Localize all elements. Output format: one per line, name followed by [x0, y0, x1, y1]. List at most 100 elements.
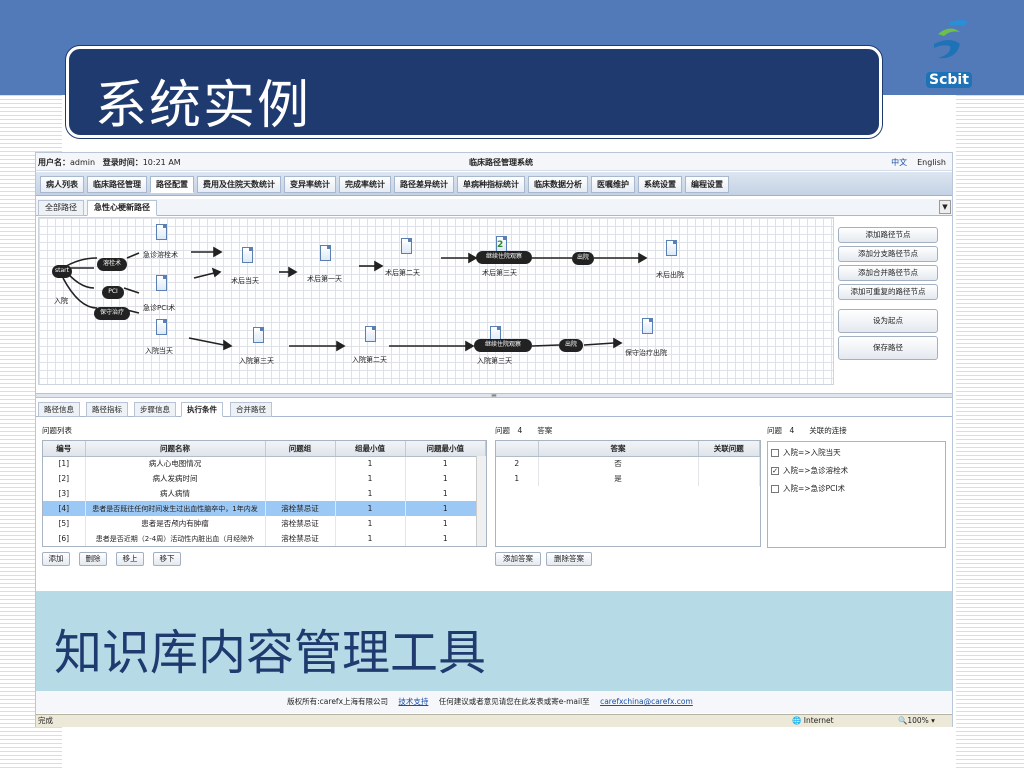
- email-link[interactable]: carefxchina@carefx.com: [600, 697, 693, 706]
- pill-continue-observe-2[interactable]: 继续住院观察: [474, 339, 532, 352]
- nav-program-settings[interactable]: 编程设置: [685, 176, 729, 193]
- nav-patients[interactable]: 病人列表: [40, 176, 84, 193]
- doc-node-icon[interactable]: [156, 224, 167, 240]
- tab-step-info[interactable]: 步骤信息: [134, 402, 176, 417]
- link-checklist: 入院=>入院当天 ✓ 入院=>急诊溶栓术 入院=>急诊PCI术: [767, 441, 946, 548]
- tab-all-pathways[interactable]: 全部路径: [38, 200, 84, 216]
- col-q-min: 问题最小值: [405, 441, 486, 457]
- doc-node-icon[interactable]: [156, 275, 167, 291]
- link-option[interactable]: 入院=>入院当天: [771, 447, 841, 458]
- pathway-canvas[interactable]: start 入院 溶栓术 PCI 保守治疗 急诊溶栓术 急诊PCI术 入院当天 …: [38, 217, 834, 385]
- nav-system-settings[interactable]: 系统设置: [638, 176, 682, 193]
- col-answer: 答案: [538, 441, 699, 457]
- nav-completion-stats[interactable]: 完成率统计: [339, 176, 391, 193]
- nav-diff-stats[interactable]: 路径差异统计: [394, 176, 454, 193]
- pathway-tabs: 全部路径 急性心梗新路径 ▼: [36, 199, 952, 216]
- cell: [265, 471, 336, 486]
- save-path-button[interactable]: 保存路径: [838, 336, 938, 360]
- add-merge-node-button[interactable]: 添加合并路径节点: [838, 265, 938, 281]
- pill-conservative[interactable]: 保守治疗: [94, 307, 130, 320]
- set-start-button[interactable]: 设为起点: [838, 309, 938, 333]
- cell: 1: [496, 471, 539, 486]
- doc-node-icon[interactable]: [320, 245, 331, 261]
- node-label-admission: 入院: [54, 297, 68, 305]
- table-row[interactable]: [1] 病人心电图情况 1 1: [43, 456, 486, 471]
- feedback-text: 任何建议或者意见请您在此发表或寄e-mail至: [438, 697, 590, 706]
- table-row-selected[interactable]: [4] 患者是否既往任何时间发生过出血性脑卒中，1年内发 溶栓禁忌证 1 1: [43, 501, 486, 516]
- nav-clinical-analysis[interactable]: 临床数据分析: [528, 176, 588, 193]
- table-row[interactable]: [2] 病人发病时间 1 1: [43, 471, 486, 486]
- tab-ami-pathway[interactable]: 急性心梗新路径: [87, 200, 157, 216]
- checkbox-unchecked[interactable]: [771, 449, 779, 457]
- splitter-handle[interactable]: ▬: [36, 393, 952, 399]
- table-row[interactable]: 2否: [496, 456, 760, 471]
- doc-node-icon[interactable]: [666, 240, 677, 256]
- lang-zh-link[interactable]: 中文: [891, 158, 907, 167]
- tab-exec-conditions[interactable]: 执行条件: [181, 402, 223, 417]
- pill-continue-observe[interactable]: 继续住院观察: [476, 251, 532, 264]
- doc-node-icon[interactable]: [253, 327, 264, 343]
- checkbox-unchecked[interactable]: [771, 485, 779, 493]
- pill-thrombolysis[interactable]: 溶栓术: [97, 258, 127, 271]
- lang-en-link[interactable]: English: [917, 158, 946, 167]
- nav-indicator-stats[interactable]: 单病种指标统计: [457, 176, 525, 193]
- nav-cost-stats[interactable]: 费用及住院天数统计: [197, 176, 281, 193]
- nav-orders[interactable]: 医嘱维护: [591, 176, 635, 193]
- doc-node-icon[interactable]: [401, 238, 412, 254]
- doc-node-icon[interactable]: [156, 319, 167, 335]
- pill-discharge-2[interactable]: 出院: [559, 339, 583, 352]
- start-node[interactable]: start: [52, 265, 72, 278]
- move-up-button[interactable]: 移上: [116, 552, 144, 566]
- internet-zone: 🌐 Internet: [792, 715, 834, 727]
- scbit-logo: Scbit: [920, 14, 976, 92]
- doc-node-icon[interactable]: [365, 326, 376, 342]
- login-label: 登录时间：: [102, 158, 143, 167]
- delete-question-button[interactable]: 删除: [79, 552, 107, 566]
- cell: [4]: [43, 501, 86, 516]
- cell: 是: [538, 471, 699, 486]
- table-row[interactable]: [5] 患者是否颅内有肿瘤 溶栓禁忌证 1 1: [43, 516, 486, 531]
- cell: 患者是否近期（2-4周）活动性内脏出血（月经除外: [85, 531, 266, 546]
- doc-node-icon[interactable]: [242, 247, 253, 263]
- table-row[interactable]: [6] 患者是否近期（2-4周）活动性内脏出血（月经除外 溶栓禁忌证 1 1: [43, 531, 486, 546]
- cell: 1: [405, 471, 486, 486]
- zoom-control[interactable]: 🔍100% ▾: [898, 715, 935, 727]
- cell: 溶栓禁忌证: [265, 501, 336, 516]
- add-answer-button[interactable]: 添加答案: [495, 552, 541, 566]
- node-label-admit-day3: 入院第三天: [239, 357, 274, 365]
- table-row[interactable]: [3] 病人病情 1 1: [43, 486, 486, 501]
- pill-pci[interactable]: PCI: [102, 286, 124, 299]
- tab-path-info[interactable]: 路径信息: [38, 402, 80, 417]
- cell: [265, 456, 336, 471]
- node-label-emergency-lysis: 急诊溶栓术: [143, 251, 178, 259]
- move-down-button[interactable]: 移下: [153, 552, 181, 566]
- cell: 1: [405, 456, 486, 471]
- zone-label: Internet: [803, 716, 834, 725]
- nav-variance-stats[interactable]: 变异率统计: [284, 176, 336, 193]
- node-label-postop-day1: 术后第一天: [307, 275, 342, 283]
- checkbox-checked[interactable]: ✓: [771, 467, 779, 475]
- globe-icon: 🌐: [792, 716, 802, 725]
- nav-pathway-mgmt[interactable]: 临床路径管理: [87, 176, 147, 193]
- link-option[interactable]: ✓ 入院=>急诊溶栓术: [771, 465, 848, 476]
- table-header: 编号 问题名称 问题组 组最小值 问题最小值: [43, 441, 486, 457]
- add-question-button[interactable]: 添加: [42, 552, 70, 566]
- support-link[interactable]: 技术支持: [398, 697, 428, 706]
- nav-pathway-config[interactable]: 路径配置: [150, 176, 194, 193]
- tab-path-indicators[interactable]: 路径指标: [86, 402, 128, 417]
- user-name: admin: [70, 158, 96, 167]
- cell: 1: [335, 501, 406, 516]
- table-row[interactable]: 1是: [496, 471, 760, 486]
- add-branch-node-button[interactable]: 添加分支路径节点: [838, 246, 938, 262]
- link-option[interactable]: 入院=>急诊PCI术: [771, 483, 845, 494]
- dropdown-arrow-icon[interactable]: ▼: [939, 200, 951, 214]
- delete-answer-button[interactable]: 删除答案: [546, 552, 592, 566]
- add-repeat-node-button[interactable]: 添加可重复的路径节点: [838, 284, 938, 300]
- detail-tabs: 路径信息 路径指标 步骤信息 执行条件 合并路径: [36, 402, 952, 417]
- table-scrollbar[interactable]: [476, 456, 486, 546]
- pill-discharge[interactable]: 出院: [572, 252, 594, 265]
- add-node-button[interactable]: 添加路径节点: [838, 227, 938, 243]
- doc-node-icon[interactable]: [642, 318, 653, 334]
- tab-merge-path[interactable]: 合并路径: [230, 402, 272, 417]
- slide-footer-band: 知识库内容管理工具: [36, 591, 952, 691]
